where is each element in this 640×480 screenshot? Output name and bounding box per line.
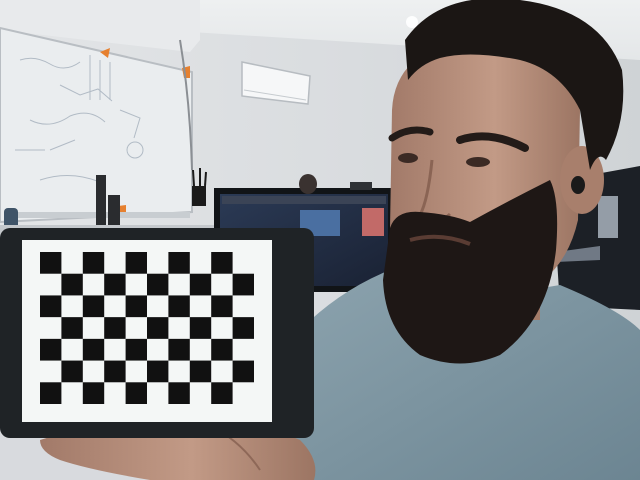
checkerboard-square xyxy=(147,317,169,339)
checkerboard-square xyxy=(189,273,212,296)
checkerboard-square xyxy=(61,317,83,339)
webcam-device xyxy=(350,182,372,190)
earbud xyxy=(571,176,585,194)
background-person-head xyxy=(299,174,317,194)
checkerboard-square xyxy=(61,273,83,296)
tablet xyxy=(0,228,314,438)
checkerboard-square xyxy=(82,382,105,404)
checkerboard-square xyxy=(40,295,62,318)
checkerboard-square xyxy=(168,295,190,318)
checkerboard-square xyxy=(104,273,126,296)
checkerboard-square xyxy=(125,295,147,318)
webcam-scene xyxy=(0,0,640,480)
wifi-router xyxy=(192,186,206,206)
left-eye xyxy=(398,153,418,163)
checkerboard-square xyxy=(168,252,190,274)
checkerboard-square xyxy=(40,252,62,274)
checkerboard-square xyxy=(189,360,212,383)
checkerboard-square xyxy=(147,273,169,296)
checkerboard-square xyxy=(104,360,126,383)
checkerboard-square xyxy=(211,382,233,404)
right-monitor-window xyxy=(598,196,618,238)
checkerboard-square xyxy=(40,382,62,404)
checkerboard-square xyxy=(82,338,105,361)
checkerboard-square xyxy=(189,317,212,339)
ceiling-light xyxy=(406,16,418,28)
checkerboard-square xyxy=(211,295,233,318)
checkerboard-square xyxy=(125,252,147,274)
checkerboard-square xyxy=(82,252,105,274)
checkerboard-square xyxy=(104,317,126,339)
checkerboard-square xyxy=(232,317,254,339)
right-eye xyxy=(466,157,490,167)
checkerboard-square xyxy=(125,382,147,404)
checkerboard-square xyxy=(82,295,105,318)
checkerboard-square xyxy=(211,338,233,361)
checkerboard-square xyxy=(232,273,254,296)
monitor-window xyxy=(362,208,384,236)
router-antenna xyxy=(192,169,195,187)
checkerboard-square xyxy=(168,338,190,361)
router-antenna xyxy=(204,171,207,187)
checkerboard-square xyxy=(40,338,62,361)
monitor-toolbar xyxy=(222,196,386,204)
checkerboard-square xyxy=(211,252,233,274)
checkerboard-square xyxy=(125,338,147,361)
scene-svg xyxy=(0,0,640,480)
checkerboard-square xyxy=(232,360,254,383)
checkerboard-square xyxy=(147,360,169,383)
checkerboard-square xyxy=(168,382,190,404)
checkerboard-square xyxy=(61,360,83,383)
